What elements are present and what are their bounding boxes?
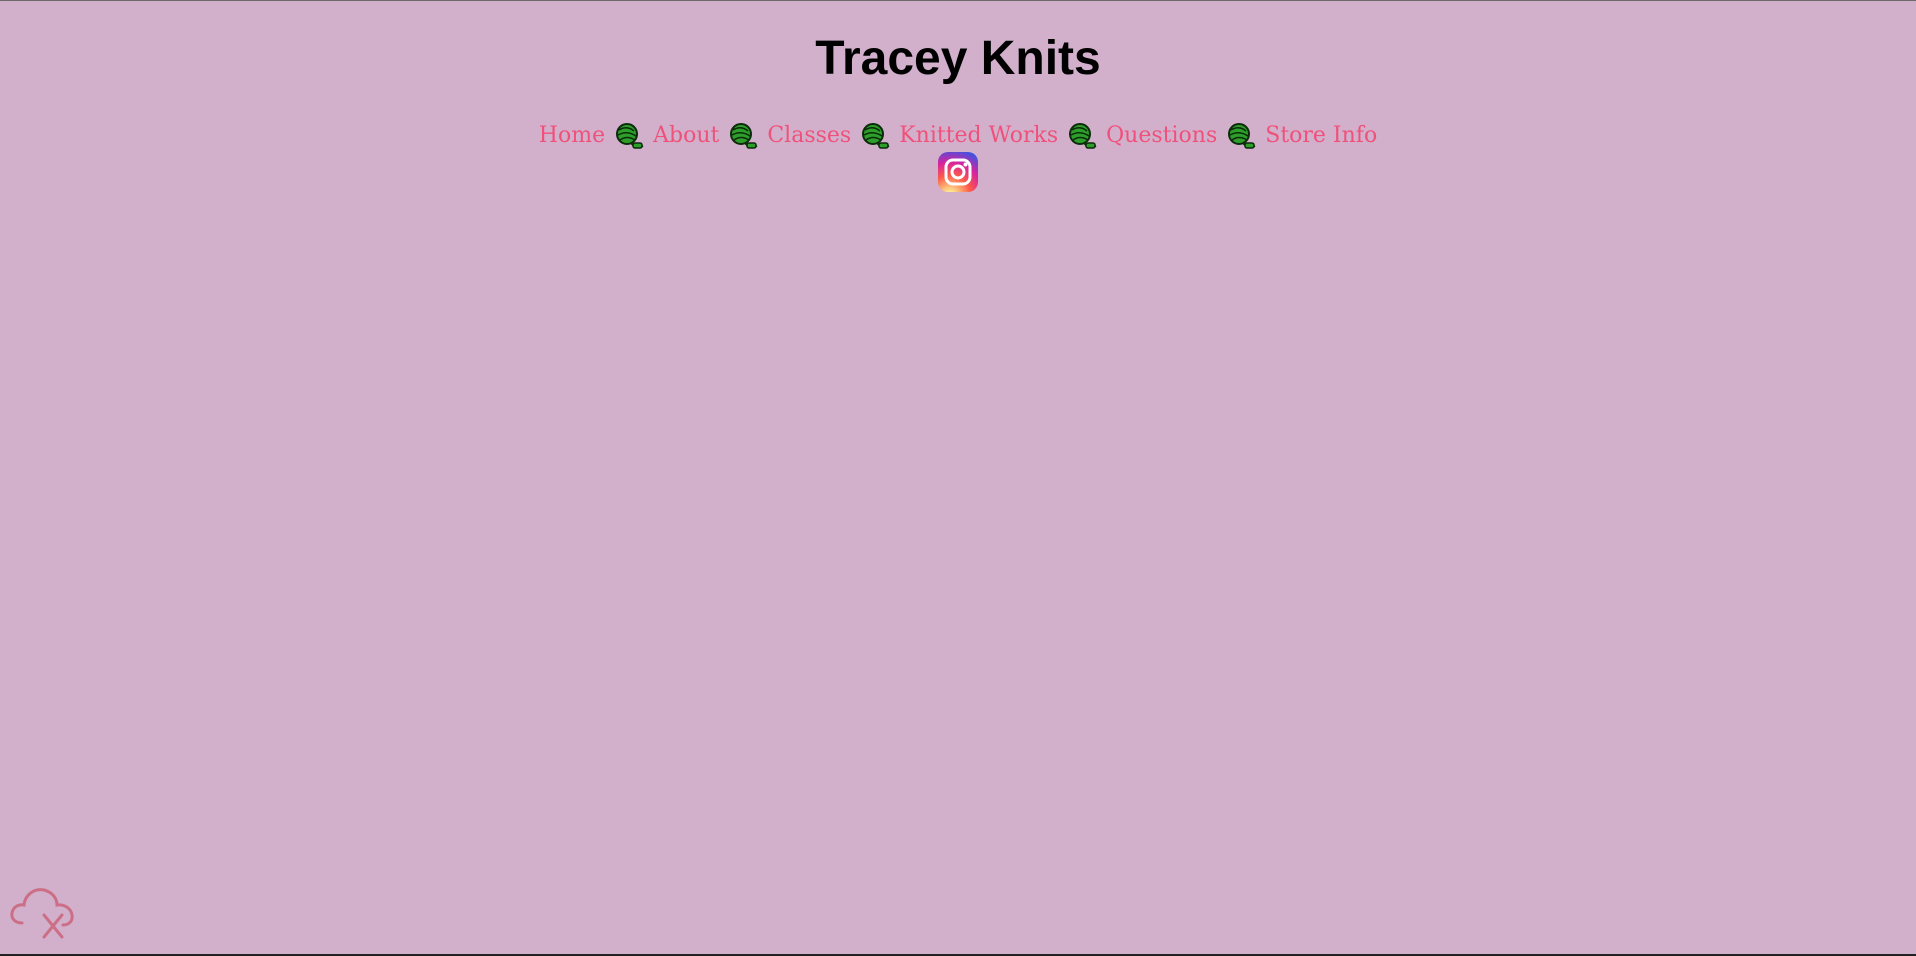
nav-link-questions[interactable]: Questions [1106, 121, 1217, 151]
cloud-offline-icon [8, 881, 76, 939]
nav-link-store-info[interactable]: Store Info [1265, 121, 1377, 151]
nav-link-home[interactable]: Home [539, 121, 605, 151]
nav-link-classes[interactable]: Classes [767, 121, 851, 151]
site-title: Tracey Knits [815, 32, 1101, 85]
main-nav: Home About Classes Knitted Works Questio… [0, 121, 1916, 151]
yarn-ball-icon [1067, 121, 1099, 151]
yarn-ball-icon [614, 121, 646, 151]
instagram-icon[interactable] [938, 152, 978, 192]
yarn-ball-icon [860, 121, 892, 151]
nav-link-about[interactable]: About [653, 121, 719, 151]
nav-link-knitted-works[interactable]: Knitted Works [899, 121, 1058, 151]
yarn-ball-icon [728, 121, 760, 151]
yarn-ball-icon [1226, 121, 1258, 151]
